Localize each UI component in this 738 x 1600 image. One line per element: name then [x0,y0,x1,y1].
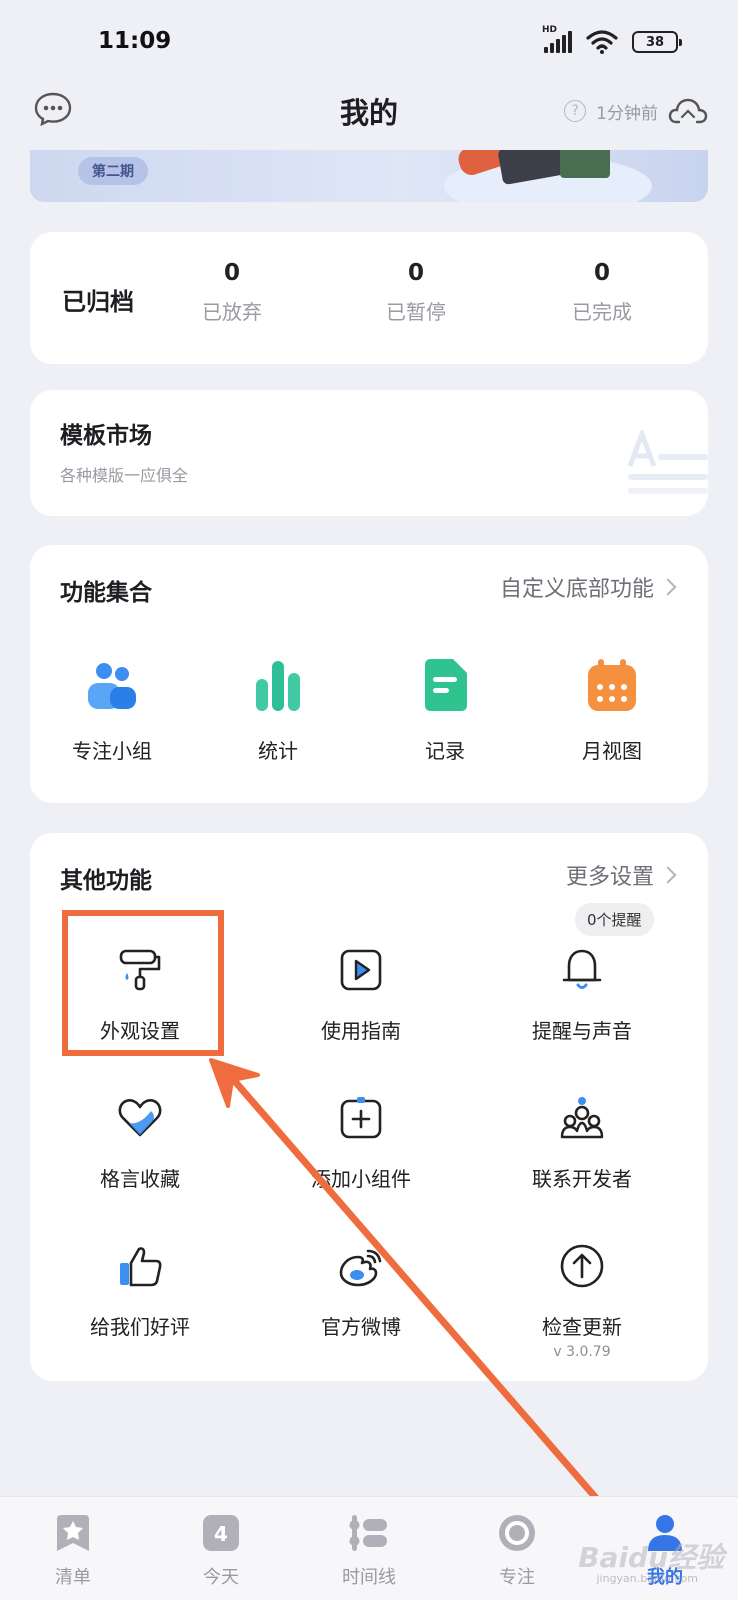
tab-timeline[interactable]: 时间线 [324,1513,414,1589]
tab-today[interactable]: 4 今天 [176,1513,266,1589]
watermark-url: jingyan.baidu.com [596,1572,698,1585]
focus-icon [499,1515,535,1551]
tab-label: 清单 [55,1567,91,1588]
tab-label: 专注 [499,1567,535,1588]
timeline-icon [349,1515,387,1551]
tab-label: 时间线 [342,1567,396,1588]
star-list-icon [57,1515,89,1551]
tab-label: 今天 [203,1567,239,1588]
svg-text:4: 4 [214,1522,228,1546]
tab-list[interactable]: 清单 [28,1513,118,1589]
annotation-arrow [209,1058,652,1562]
watermark-logo: Baidu经验 [578,1541,724,1574]
tab-focus[interactable]: 专注 [472,1513,562,1589]
today-icon: 4 [203,1515,239,1551]
